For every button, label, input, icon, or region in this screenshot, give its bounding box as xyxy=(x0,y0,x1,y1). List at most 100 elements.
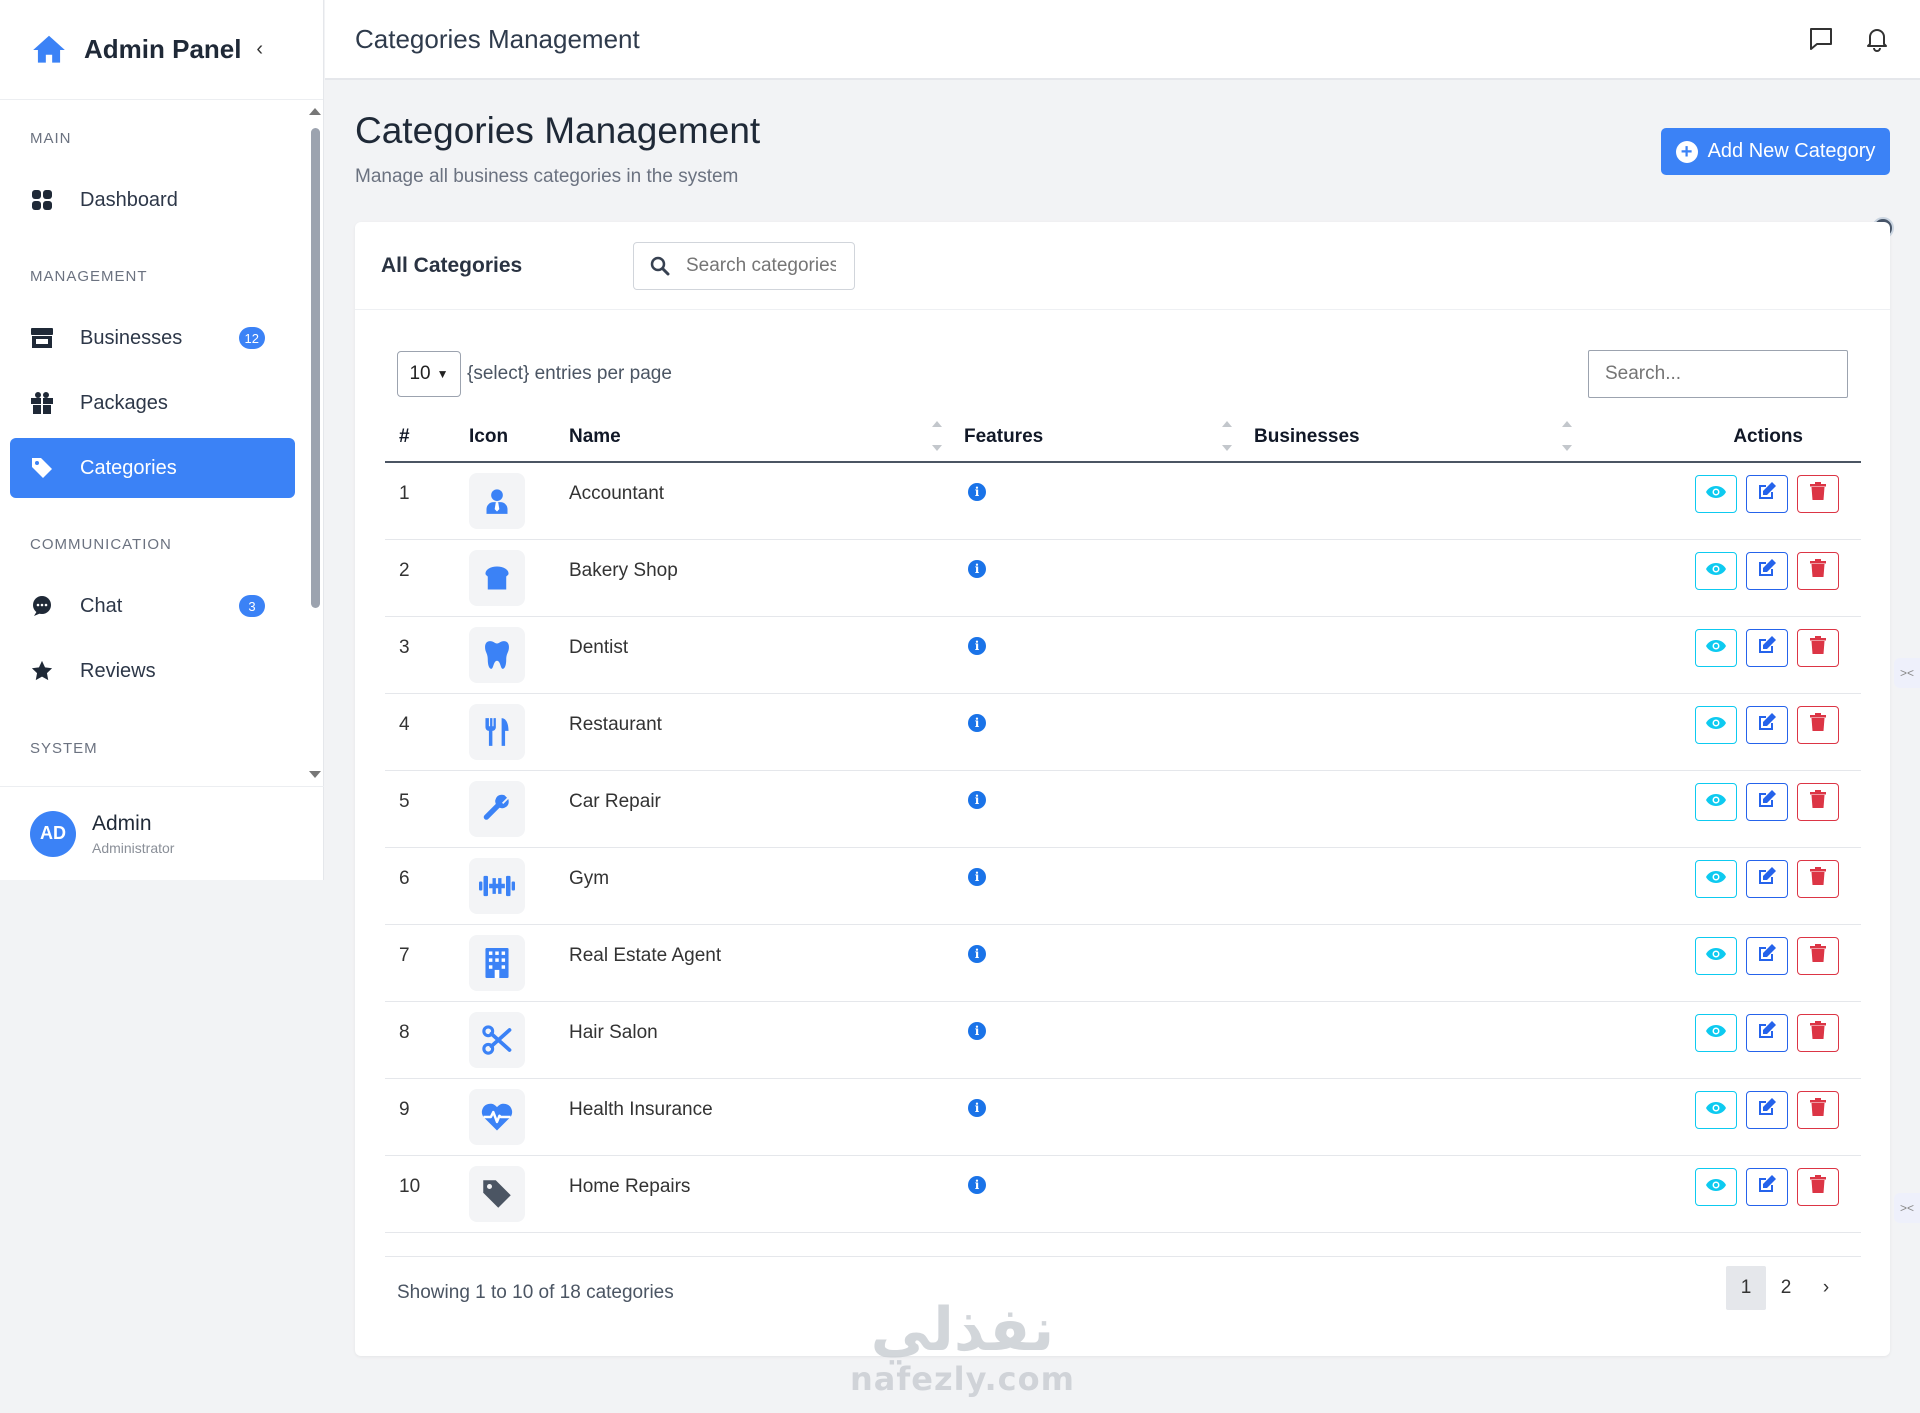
view-button[interactable] xyxy=(1695,551,1737,590)
watermark-arabic: نفذلي xyxy=(870,1295,1055,1365)
column-header-features[interactable]: Features xyxy=(950,412,1240,463)
row-features: i xyxy=(950,1155,1240,1233)
delete-button[interactable] xyxy=(1797,1013,1839,1052)
sort-icon[interactable] xyxy=(932,421,942,451)
info-icon[interactable]: i xyxy=(968,790,986,809)
edit-button[interactable] xyxy=(1746,782,1788,821)
info-icon[interactable]: i xyxy=(968,713,986,732)
side-toggle-handle[interactable]: >< xyxy=(1894,1193,1920,1223)
view-button[interactable] xyxy=(1695,859,1737,898)
edit-icon xyxy=(1757,1097,1777,1123)
info-icon[interactable]: i xyxy=(968,559,986,578)
edit-icon xyxy=(1757,481,1777,507)
sidebar-item-dashboard[interactable]: Dashboard xyxy=(10,170,295,230)
view-button[interactable] xyxy=(1695,1090,1737,1129)
sort-icon[interactable] xyxy=(1222,421,1232,451)
delete-button[interactable] xyxy=(1797,475,1839,513)
edit-button[interactable] xyxy=(1746,1090,1788,1129)
info-icon[interactable]: i xyxy=(968,944,986,963)
table-row: 8 Hair Salon i xyxy=(385,1001,1861,1079)
scroll-up-arrow[interactable] xyxy=(309,108,321,115)
edit-button[interactable] xyxy=(1746,859,1788,898)
table-search-input[interactable] xyxy=(1588,350,1848,398)
section-main: MAIN xyxy=(30,130,72,147)
row-icon-cell xyxy=(455,1155,555,1233)
row-features: i xyxy=(950,462,1240,540)
column-header-number[interactable]: # xyxy=(385,412,455,463)
row-actions xyxy=(1580,847,1861,925)
sidebar-item-packages[interactable]: Packages xyxy=(10,373,295,433)
row-actions xyxy=(1580,462,1861,540)
category-search-input[interactable] xyxy=(686,254,836,277)
view-button[interactable] xyxy=(1695,782,1737,821)
trash-icon xyxy=(1810,1174,1826,1199)
user-profile[interactable]: AD Admin Administrator xyxy=(0,786,324,880)
category-search[interactable] xyxy=(633,241,855,290)
edit-button[interactable] xyxy=(1746,475,1788,513)
info-icon[interactable]: i xyxy=(968,1021,986,1040)
info-icon[interactable]: i xyxy=(968,636,986,655)
delete-button[interactable] xyxy=(1797,551,1839,590)
categories-table: # Icon Name Features Businesses Actions … xyxy=(385,412,1861,1233)
row-name: Car Repair xyxy=(555,770,950,848)
edit-button[interactable] xyxy=(1746,628,1788,667)
scroll-down-arrow[interactable] xyxy=(309,771,321,778)
sidebar-item-businesses[interactable]: Businesses 12 xyxy=(10,308,295,368)
side-toggle-handle[interactable]: >< xyxy=(1894,658,1920,688)
view-button[interactable] xyxy=(1695,1167,1737,1206)
sidebar-scrollbar[interactable] xyxy=(309,108,321,778)
edit-button[interactable] xyxy=(1746,551,1788,590)
info-icon[interactable]: i xyxy=(968,867,986,886)
delete-button[interactable] xyxy=(1797,1167,1839,1206)
row-number: 7 xyxy=(385,924,455,1002)
delete-button[interactable] xyxy=(1797,1090,1839,1129)
edit-icon xyxy=(1757,1020,1777,1046)
delete-button[interactable] xyxy=(1797,705,1839,744)
next-page-button[interactable]: › xyxy=(1806,1266,1846,1310)
page-button-1[interactable]: 1 xyxy=(1726,1266,1766,1310)
table-row: 7 Real Estate Agent i xyxy=(385,924,1861,1002)
page-button-2[interactable]: 2 xyxy=(1766,1266,1806,1310)
delete-button[interactable] xyxy=(1797,628,1839,667)
row-businesses xyxy=(1240,924,1580,1002)
building-icon xyxy=(469,934,525,991)
delete-button[interactable] xyxy=(1797,936,1839,975)
row-actions xyxy=(1580,1001,1861,1079)
sidebar-item-label: Packages xyxy=(80,391,168,414)
entries-select[interactable]: 10 ▼ xyxy=(397,351,461,397)
delete-button[interactable] xyxy=(1797,859,1839,898)
plus-circle-icon: + xyxy=(1675,140,1698,163)
delete-button[interactable] xyxy=(1797,782,1839,821)
scroll-thumb[interactable] xyxy=(311,128,320,608)
bread-icon xyxy=(469,549,525,606)
info-icon[interactable]: i xyxy=(968,483,986,501)
chevron-left-icon[interactable]: ‹ xyxy=(256,38,263,61)
user-tie-icon xyxy=(469,473,525,529)
sidebar-item-reviews[interactable]: Reviews xyxy=(10,641,295,701)
edit-button[interactable] xyxy=(1746,936,1788,975)
store-icon xyxy=(30,326,54,350)
edit-button[interactable] xyxy=(1746,1167,1788,1206)
view-button[interactable] xyxy=(1695,475,1737,513)
edit-icon xyxy=(1757,943,1777,969)
table-row: 5 Car Repair i xyxy=(385,770,1861,848)
sort-icon[interactable] xyxy=(1562,421,1572,451)
row-businesses xyxy=(1240,693,1580,771)
row-businesses xyxy=(1240,1078,1580,1156)
column-header-name-label: Name xyxy=(569,425,621,447)
add-category-button[interactable]: + Add New Category xyxy=(1661,128,1890,175)
column-header-businesses[interactable]: Businesses xyxy=(1240,412,1580,463)
view-button[interactable] xyxy=(1695,705,1737,744)
message-icon[interactable] xyxy=(1808,26,1834,52)
info-icon[interactable]: i xyxy=(968,1175,986,1194)
edit-button[interactable] xyxy=(1746,1013,1788,1052)
bell-icon[interactable] xyxy=(1864,26,1890,52)
sidebar-item-categories[interactable]: Categories xyxy=(10,438,295,498)
edit-button[interactable] xyxy=(1746,705,1788,744)
view-button[interactable] xyxy=(1695,936,1737,975)
view-button[interactable] xyxy=(1695,628,1737,667)
column-header-name[interactable]: Name xyxy=(555,412,950,463)
info-icon[interactable]: i xyxy=(968,1098,986,1117)
sidebar-item-chat[interactable]: Chat 3 xyxy=(10,576,295,636)
view-button[interactable] xyxy=(1695,1013,1737,1052)
